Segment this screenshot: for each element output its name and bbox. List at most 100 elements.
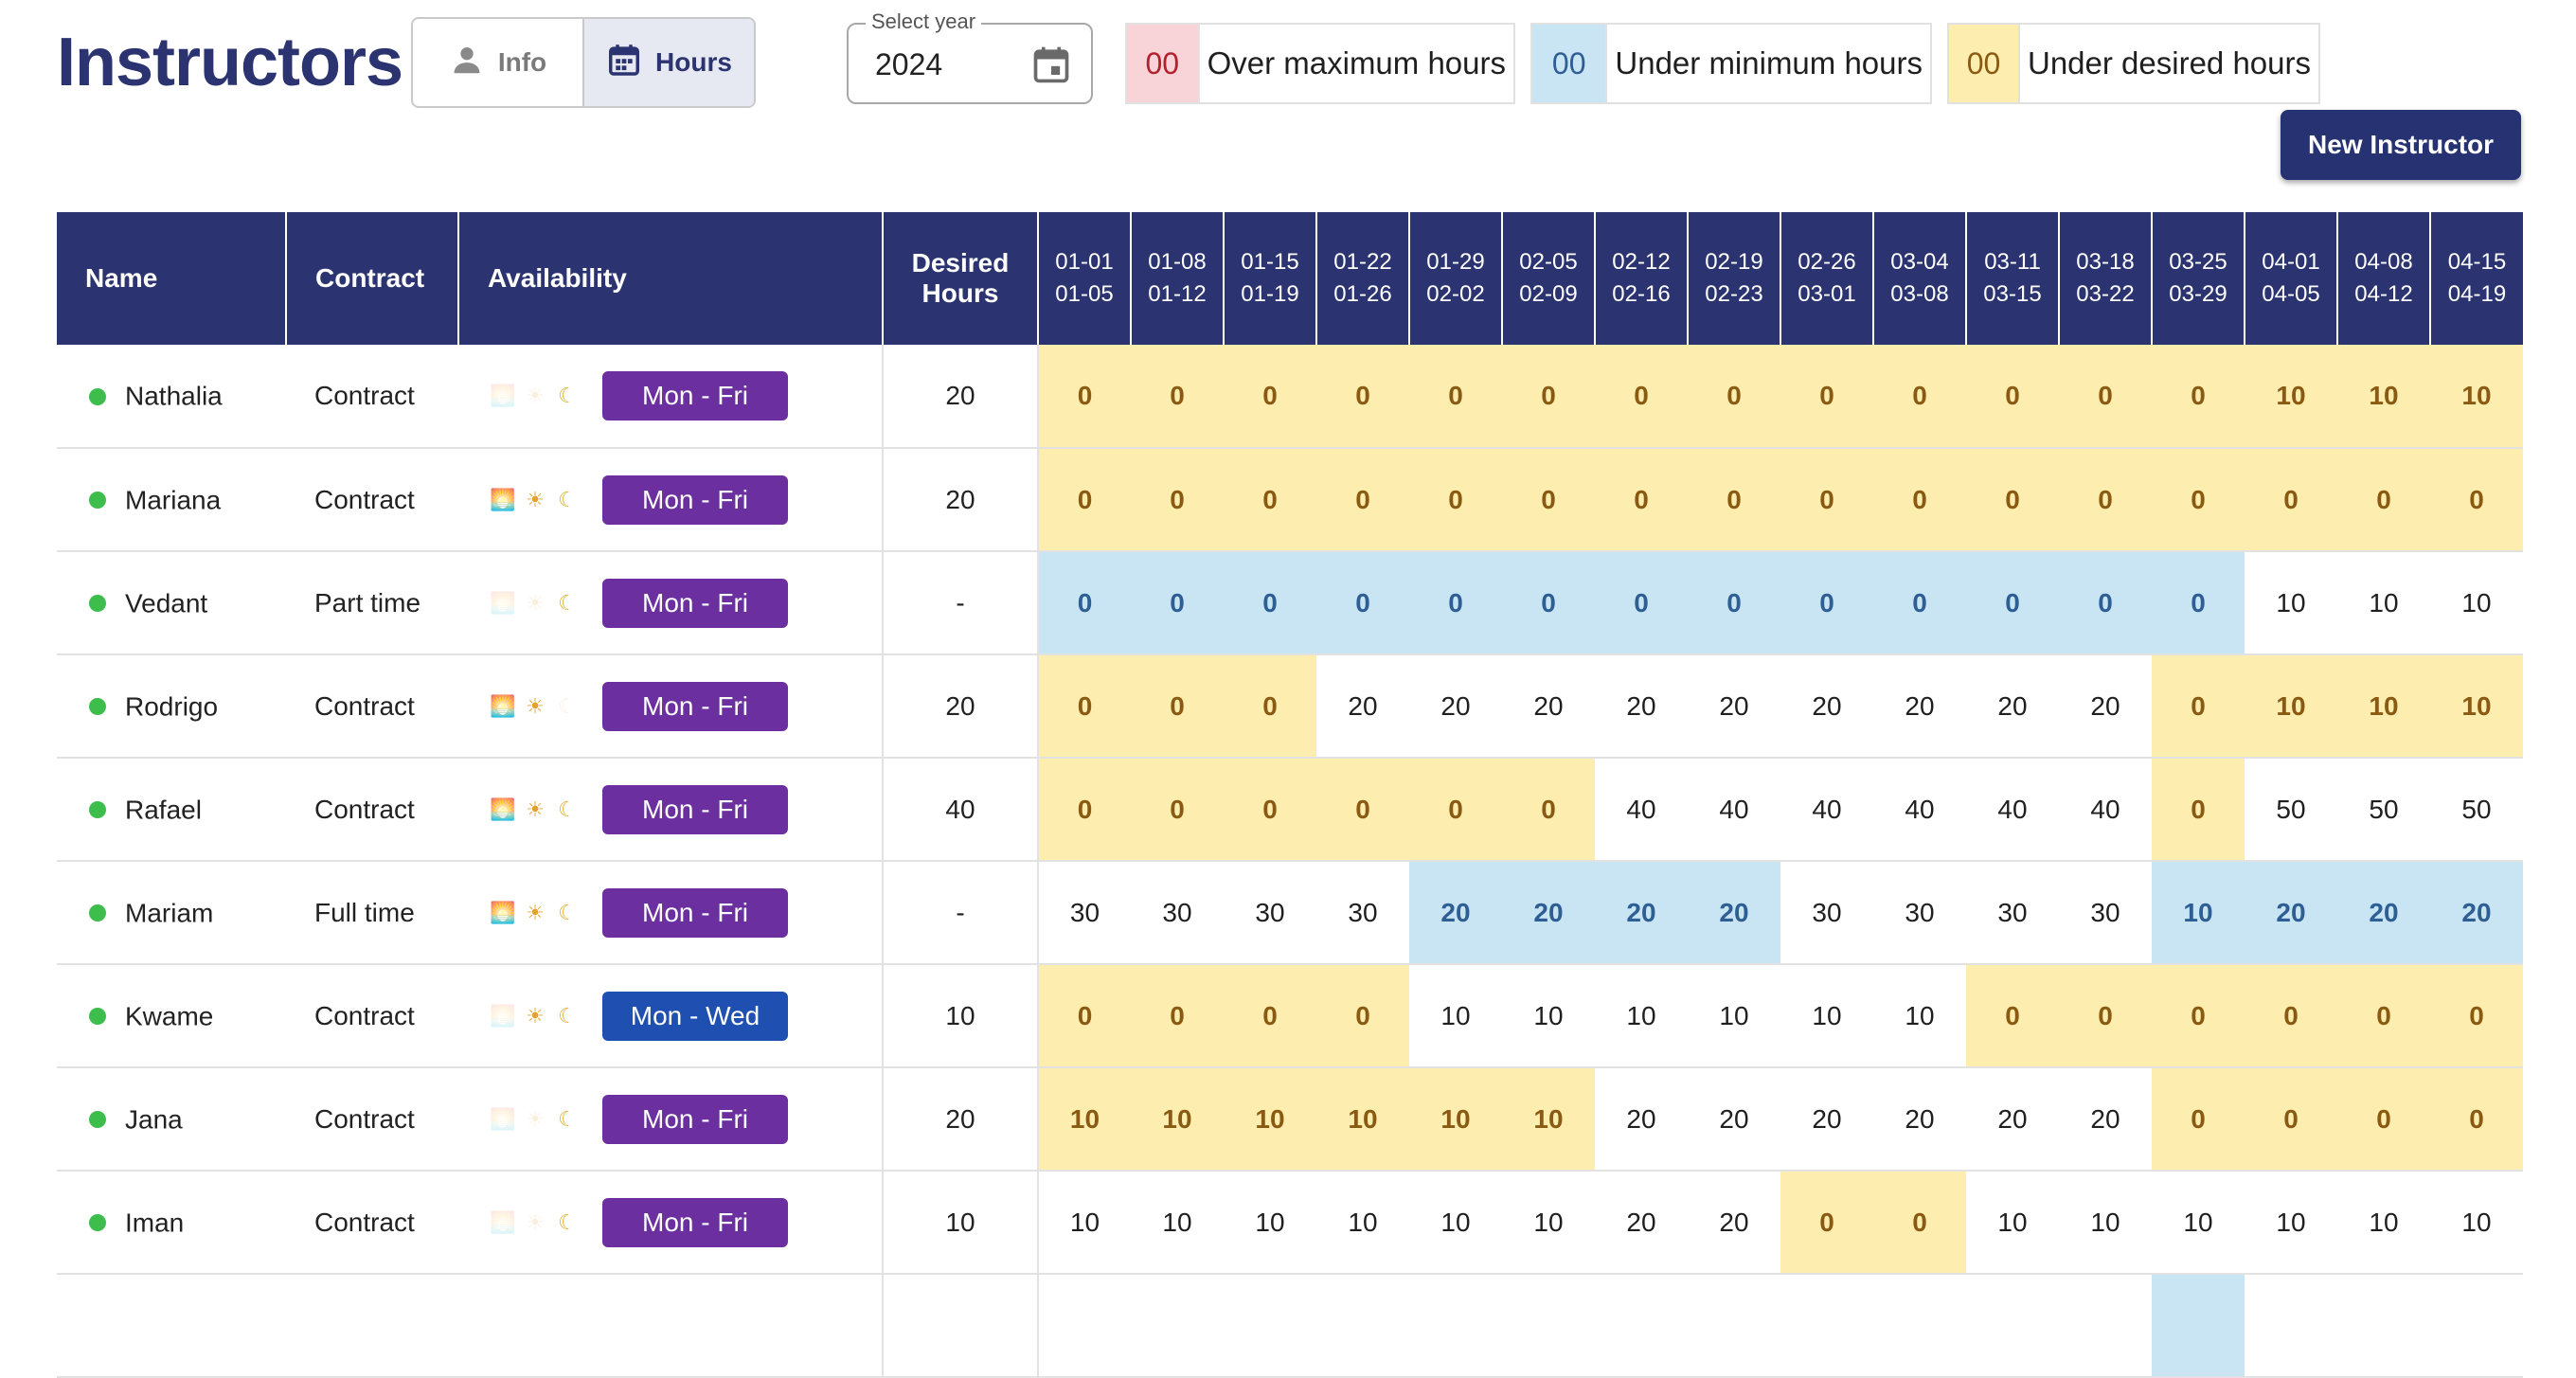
weekly-hours-cell[interactable]: 10 — [1502, 1171, 1595, 1275]
info-toggle-button[interactable]: Info — [413, 19, 582, 106]
weekly-hours-cell[interactable]: 0 — [1224, 654, 1316, 759]
instructor-name[interactable]: Rodrigo — [125, 691, 218, 721]
weekly-hours-cell[interactable]: 10 — [1038, 1067, 1131, 1172]
weekly-hours-cell[interactable]: 0 — [1688, 345, 1780, 449]
weekly-hours-cell[interactable]: 0 — [1409, 758, 1502, 862]
weekly-hours-cell[interactable]: 0 — [1316, 551, 1409, 655]
weekly-hours-cell[interactable]: 50 — [2245, 758, 2337, 862]
year-select[interactable]: Select year 2024 — [847, 9, 1093, 104]
weekly-hours-cell[interactable]: 10 — [2430, 654, 2523, 759]
weekly-hours-cell[interactable]: 20 — [1966, 654, 2059, 759]
weekly-hours-cell[interactable]: 0 — [1409, 345, 1502, 449]
weekly-hours-cell[interactable]: 0 — [1780, 345, 1873, 449]
weekly-hours-cell[interactable]: 30 — [2059, 861, 2152, 965]
weekly-hours-cell[interactable]: 0 — [1131, 345, 1224, 449]
weekly-hours-cell[interactable]: 0 — [2245, 1067, 2337, 1172]
weekly-hours-cell[interactable]: 10 — [1502, 1067, 1595, 1172]
instructor-row[interactable]: Mariana Contract 🌅 ☀ ☾ Mon - Fri 20 0 0 0 0 0 0 0 0 0 0 0… — [57, 448, 2523, 552]
weekly-hours-cell[interactable]: 0 — [1224, 758, 1316, 862]
weekly-hours-cell[interactable]: 20 — [1409, 654, 1502, 759]
weekly-hours-cell[interactable]: 40 — [1595, 758, 1688, 862]
weekly-hours-cell[interactable]: 0 — [1038, 448, 1131, 552]
instructor-name[interactable]: Vedant — [125, 588, 207, 617]
weekly-hours-cell[interactable]: 10 — [1409, 1171, 1502, 1275]
weekly-hours-cell[interactable]: 0 — [1502, 551, 1595, 655]
weekly-hours-cell[interactable]: 10 — [2245, 551, 2337, 655]
weekly-hours-cell[interactable]: 0 — [2059, 345, 2152, 449]
column-header-desired-hours[interactable]: Desired Hours — [882, 212, 1038, 345]
weekly-hours-cell[interactable]: 10 — [2337, 654, 2430, 759]
weekly-hours-cell[interactable]: 10 — [1409, 1067, 1502, 1172]
weekly-hours-cell[interactable]: 0 — [1688, 448, 1780, 552]
weekly-hours-cell[interactable]: 10 — [1038, 1171, 1131, 1275]
weekly-hours-cell[interactable]: 0 — [2337, 448, 2430, 552]
weekly-hours-cell[interactable]: 20 — [1873, 654, 1966, 759]
weekly-hours-cell[interactable]: 0 — [1966, 964, 2059, 1068]
weekly-hours-cell[interactable]: 30 — [1966, 861, 2059, 965]
instructor-row[interactable]: Mariam Full time 🌅 ☀ ☾ Mon - Fri -30 30 30 30 20 20… — [57, 861, 2523, 965]
instructor-name[interactable]: Rafael — [125, 795, 202, 824]
weekly-hours-cell[interactable]: 0 — [1873, 448, 1966, 552]
weekly-hours-cell[interactable]: 0 — [1131, 448, 1224, 552]
weekly-hours-cell[interactable]: 20 — [2430, 861, 2523, 965]
weekly-hours-cell[interactable]: 10 — [1966, 1171, 2059, 1275]
weekly-hours-cell[interactable]: 20 — [1688, 861, 1780, 965]
weekly-hours-cell[interactable]: 40 — [1688, 758, 1780, 862]
weekly-hours-cell[interactable]: 10 — [2337, 1171, 2430, 1275]
weekly-hours-cell[interactable]: 40 — [2059, 758, 2152, 862]
weekly-hours-cell[interactable]: 10 — [2430, 345, 2523, 449]
weekly-hours-cell[interactable]: 10 — [1131, 1067, 1224, 1172]
weekly-hours-cell[interactable]: 0 — [2152, 551, 2245, 655]
weekly-hours-cell[interactable]: 0 — [1780, 448, 1873, 552]
weekly-hours-cell[interactable]: 20 — [2245, 861, 2337, 965]
weekly-hours-cell[interactable]: 0 — [2152, 1067, 2245, 1172]
weekly-hours-cell[interactable]: 0 — [1873, 551, 1966, 655]
weekly-hours-cell[interactable]: 10 — [1595, 964, 1688, 1068]
weekly-hours-cell[interactable]: 0 — [1131, 758, 1224, 862]
weekly-hours-cell[interactable]: 20 — [1409, 861, 1502, 965]
weekly-hours-cell[interactable]: 0 — [2152, 654, 2245, 759]
weekly-hours-cell[interactable]: 40 — [1780, 758, 1873, 862]
instructor-name[interactable]: Nathalia — [125, 382, 223, 411]
weekly-hours-cell[interactable]: 10 — [2245, 345, 2337, 449]
weekly-hours-cell[interactable]: 0 — [2337, 964, 2430, 1068]
instructor-name[interactable]: Mariam — [125, 898, 213, 927]
weekly-hours-cell[interactable]: 0 — [1409, 551, 1502, 655]
weekly-hours-cell[interactable]: 0 — [1038, 654, 1131, 759]
weekly-hours-cell[interactable]: 30 — [1224, 861, 1316, 965]
weekly-hours-cell[interactable]: 30 — [1316, 861, 1409, 965]
weekly-hours-cell[interactable]: 10 — [2430, 551, 2523, 655]
weekly-hours-cell[interactable]: 0 — [1316, 448, 1409, 552]
weekly-hours-cell[interactable]: 30 — [1038, 861, 1131, 965]
weekly-hours-cell[interactable]: 0 — [1873, 1171, 1966, 1275]
work-days-badge[interactable]: Mon - Fri — [602, 784, 788, 834]
weekly-hours-cell[interactable]: 0 — [1502, 345, 1595, 449]
weekly-hours-cell[interactable]: 0 — [1038, 758, 1131, 862]
weekly-hours-cell[interactable]: 20 — [1595, 1067, 1688, 1172]
weekly-hours-cell[interactable]: 10 — [2245, 1171, 2337, 1275]
weekly-hours-cell[interactable]: 20 — [2059, 654, 2152, 759]
new-instructor-button[interactable]: New Instructor — [2281, 110, 2521, 180]
weekly-hours-cell[interactable]: 10 — [1873, 964, 1966, 1068]
instructor-row[interactable]: Rafael Contract 🌅 ☀ ☾ Mon - Fri 40 0 0 0 0 0 0 40 40 40… — [57, 758, 2523, 862]
weekly-hours-cell[interactable]: 20 — [2337, 861, 2430, 965]
weekly-hours-cell[interactable]: 0 — [1966, 551, 2059, 655]
weekly-hours-cell[interactable]: 0 — [2430, 448, 2523, 552]
weekly-hours-cell[interactable]: 0 — [1873, 345, 1966, 449]
instructor-name[interactable]: Iman — [125, 1208, 184, 1237]
weekly-hours-cell[interactable]: 10 — [1224, 1067, 1316, 1172]
weekly-hours-cell[interactable]: 20 — [1688, 1171, 1780, 1275]
weekly-hours-cell[interactable]: 20 — [1595, 861, 1688, 965]
work-days-badge[interactable]: Mon - Fri — [602, 371, 788, 421]
weekly-hours-cell[interactable]: 20 — [1316, 654, 1409, 759]
weekly-hours-cell[interactable]: 20 — [1966, 1067, 2059, 1172]
instructor-row[interactable]: Vedant Part time 🌅 ☀ ☾ Mon - Fri -0 0 0 0 0 0 0 0 0 0 0 0… — [57, 551, 2523, 655]
instructor-name[interactable]: Jana — [125, 1104, 183, 1134]
weekly-hours-cell[interactable]: 0 — [2430, 964, 2523, 1068]
work-days-badge[interactable]: Mon - Fri — [602, 578, 788, 628]
work-days-badge[interactable]: Mon - Fri — [602, 474, 788, 525]
instructor-row[interactable]: Iman Contract 🌅 ☀ ☾ Mon - Fri 10 10 10 10 10 10 10 20… — [57, 1171, 2523, 1275]
weekly-hours-cell[interactable]: 0 — [1131, 551, 1224, 655]
weekly-hours-cell[interactable]: 10 — [2337, 551, 2430, 655]
instructor-name[interactable]: Mariana — [125, 485, 221, 514]
